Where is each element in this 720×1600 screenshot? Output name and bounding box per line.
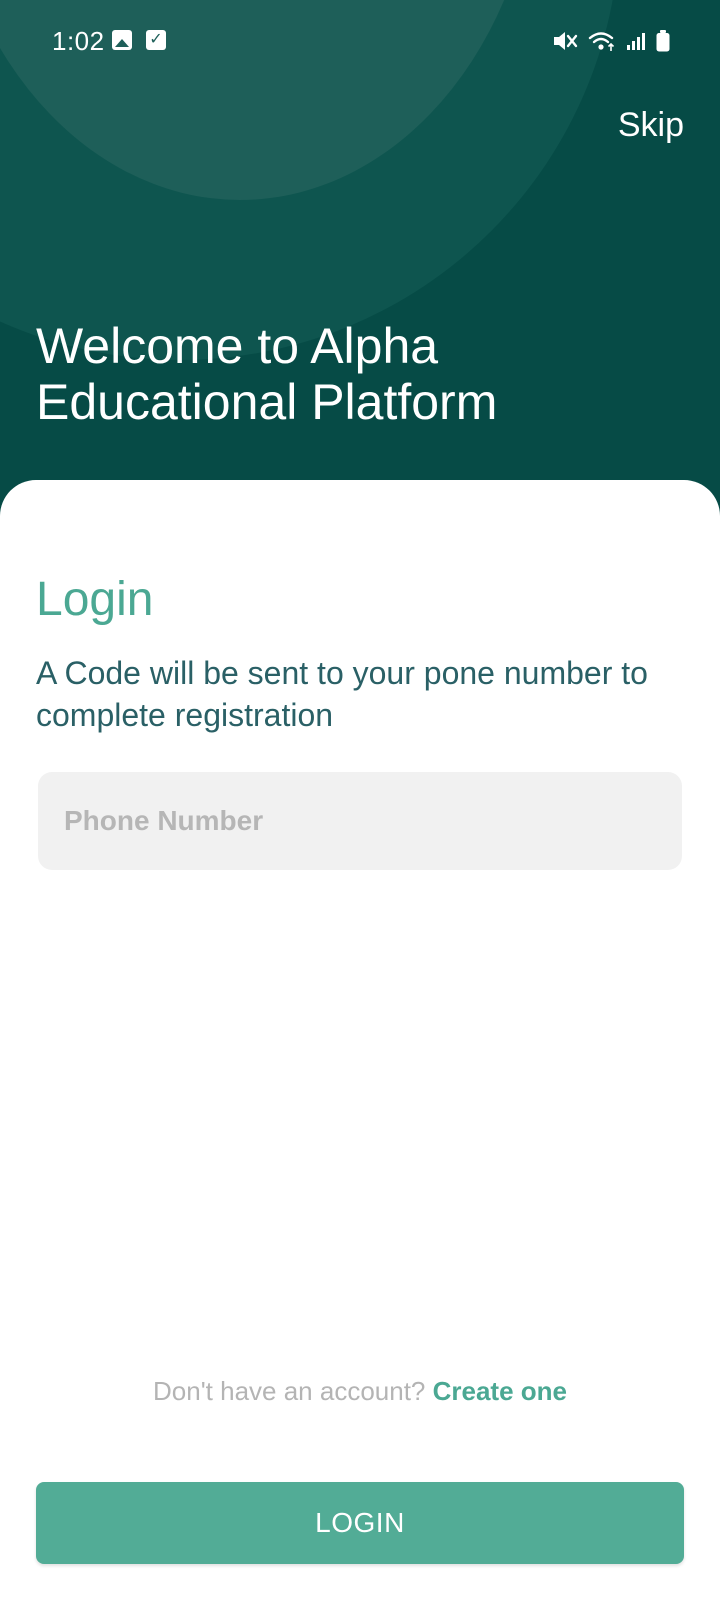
signup-row: Don't have an account? Create one: [0, 1376, 720, 1407]
phone-number-input[interactable]: [38, 772, 682, 870]
signal-icon: [626, 31, 646, 51]
welcome-title: Welcome to Alpha Educational Platform: [36, 318, 498, 430]
battery-icon: [656, 30, 670, 52]
check-icon: ✓: [146, 30, 166, 50]
login-button[interactable]: LOGIN: [36, 1482, 684, 1564]
login-screen: 1:02 ✓ Skip Welcome to Alpha Educational…: [0, 0, 720, 1600]
signup-prompt: Don't have an account?: [153, 1376, 433, 1406]
create-account-link[interactable]: Create one: [433, 1376, 567, 1406]
wifi-icon: [588, 30, 616, 52]
mute-icon: [552, 30, 578, 52]
login-title: Login: [36, 573, 154, 626]
status-bar: 1:02 ✓: [0, 0, 720, 84]
header-banner: 1:02 ✓ Skip Welcome to Alpha Educational…: [0, 0, 720, 520]
skip-button[interactable]: Skip: [618, 106, 684, 145]
login-subtitle: A Code will be sent to your pone number …: [36, 655, 648, 733]
status-time: 1:02: [52, 26, 105, 56]
status-icons: [552, 28, 670, 54]
gallery-icon: [112, 30, 132, 50]
login-card: [0, 480, 720, 1600]
